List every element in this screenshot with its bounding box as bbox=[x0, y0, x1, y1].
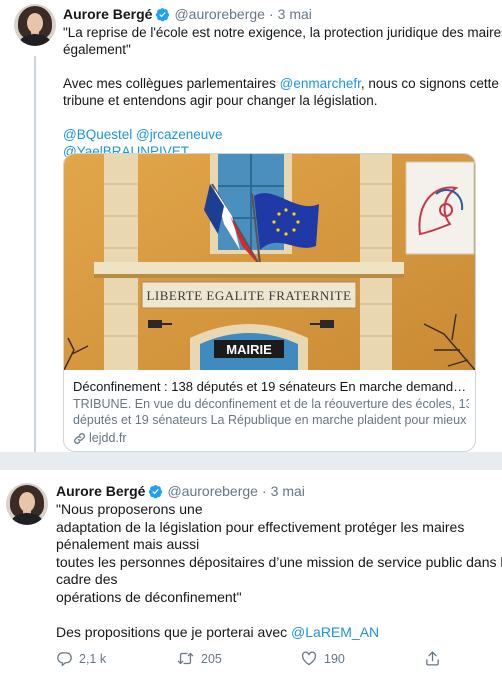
text-line: "Nous proposerons une bbox=[56, 501, 203, 517]
text-line: également" bbox=[63, 42, 131, 57]
like-button[interactable]: 190 bbox=[300, 650, 424, 667]
retweet-icon bbox=[177, 652, 194, 665]
text-line: tribune et entendons agir pour changer l… bbox=[63, 93, 378, 108]
tweet-separator bbox=[0, 452, 502, 470]
author-name[interactable]: Aurore Bergé bbox=[63, 6, 152, 22]
tweet-text: "La reprise de l'école est notre exigenc… bbox=[63, 24, 502, 160]
mention-link-enmarchefr[interactable]: @enmarchefr bbox=[280, 76, 361, 91]
like-count: 190 bbox=[324, 651, 345, 666]
heart-icon bbox=[301, 651, 317, 666]
card-title[interactable]: Déconfinement : 138 députés et 19 sénate… bbox=[73, 378, 469, 395]
link-icon bbox=[74, 432, 85, 444]
author-avatar[interactable] bbox=[14, 4, 56, 46]
tweet-text: "Nous proposerons une adaptation de la l… bbox=[56, 501, 502, 641]
door-sign: MAIRIE bbox=[226, 342, 272, 357]
reply-count: 2,1 k bbox=[79, 651, 107, 666]
facade-inscription: LIBERTE EGALITE FRATERNITE bbox=[146, 288, 351, 303]
mention-link-larem-an[interactable]: @LaREM_AN bbox=[291, 624, 379, 640]
text-line: Des propositions que je porterai avec @L… bbox=[56, 624, 502, 642]
tweet-header: Aurore Bergé @auroreberge · 3 mai bbox=[56, 483, 305, 499]
mention-link-jrcazeneuve[interactable]: @jrcazeneuve bbox=[136, 127, 223, 142]
text-line: opérations de déconfinement" bbox=[56, 588, 242, 605]
tweet-date[interactable]: 3 mai bbox=[278, 6, 312, 22]
author-name[interactable]: Aurore Bergé bbox=[56, 483, 145, 499]
text-line: Avec mes collègues parlementaires @enmar… bbox=[63, 75, 502, 92]
header-separator: · bbox=[268, 6, 274, 22]
tweet-actions: 2,1 k 205 190 bbox=[56, 650, 441, 667]
tweet-date[interactable]: 3 mai bbox=[271, 483, 305, 499]
retweet-button[interactable]: 205 bbox=[176, 650, 300, 667]
card-domain: lejdd.fr bbox=[73, 430, 469, 446]
text-line: cadre des bbox=[56, 571, 118, 587]
card-description: TRIBUNE. En vue du déconfinement et de l… bbox=[73, 396, 469, 428]
card-image[interactable]: LIBERTE EGALITE FRATERNITE MAIRIE bbox=[64, 154, 475, 370]
thread-connector-line bbox=[34, 56, 36, 452]
tweet-2[interactable]: Aurore Bergé @auroreberge · 3 mai "Nous … bbox=[0, 470, 502, 676]
card-description-line: députés et 19 sénateurs La République en… bbox=[73, 413, 469, 427]
text-line: adaptation de la législation pour effect… bbox=[56, 518, 465, 535]
tweet-header: Aurore Bergé @auroreberge · 3 mai bbox=[63, 6, 312, 22]
link-preview-card[interactable]: LIBERTE EGALITE FRATERNITE MAIRIE Déconf… bbox=[63, 153, 476, 452]
reply-icon bbox=[57, 652, 72, 667]
tweet-1[interactable]: Aurore Bergé @auroreberge · 3 mai "La re… bbox=[0, 0, 502, 452]
text-line: "La reprise de l'école est notre exigenc… bbox=[63, 25, 502, 40]
author-handle[interactable]: @auroreberge bbox=[174, 6, 265, 22]
town-hall-facade-image: LIBERTE EGALITE FRATERNITE MAIRIE bbox=[64, 154, 475, 370]
text-line: toutes les personnes dépositaires d’une … bbox=[56, 553, 502, 570]
card-description-line: TRIBUNE. En vue du déconfinement et de l… bbox=[73, 397, 469, 411]
mention-link-bquestel[interactable]: @BQuestel bbox=[63, 127, 132, 142]
text-fragment: , nous co signons cette bbox=[360, 76, 499, 91]
author-avatar[interactable] bbox=[6, 483, 48, 525]
header-separator: · bbox=[261, 483, 267, 499]
share-icon bbox=[426, 651, 439, 666]
reply-button[interactable]: 2,1 k bbox=[56, 650, 176, 667]
text-fragment: Des propositions que je porterai avec bbox=[56, 623, 292, 640]
text-fragment: Avec mes collègues parlementaires bbox=[63, 76, 280, 91]
card-body: Déconfinement : 138 députés et 19 sénate… bbox=[73, 378, 469, 446]
retweet-count: 205 bbox=[201, 651, 222, 666]
text-line: pénalement mais aussi bbox=[56, 536, 200, 552]
card-domain-text: lejdd.fr bbox=[89, 431, 127, 445]
verified-badge-icon bbox=[149, 484, 163, 498]
author-handle[interactable]: @auroreberge bbox=[167, 483, 258, 499]
verified-badge-icon bbox=[156, 7, 170, 21]
text-line: @BQuestel @jrcazeneuve bbox=[63, 126, 502, 143]
share-button[interactable] bbox=[424, 650, 441, 667]
